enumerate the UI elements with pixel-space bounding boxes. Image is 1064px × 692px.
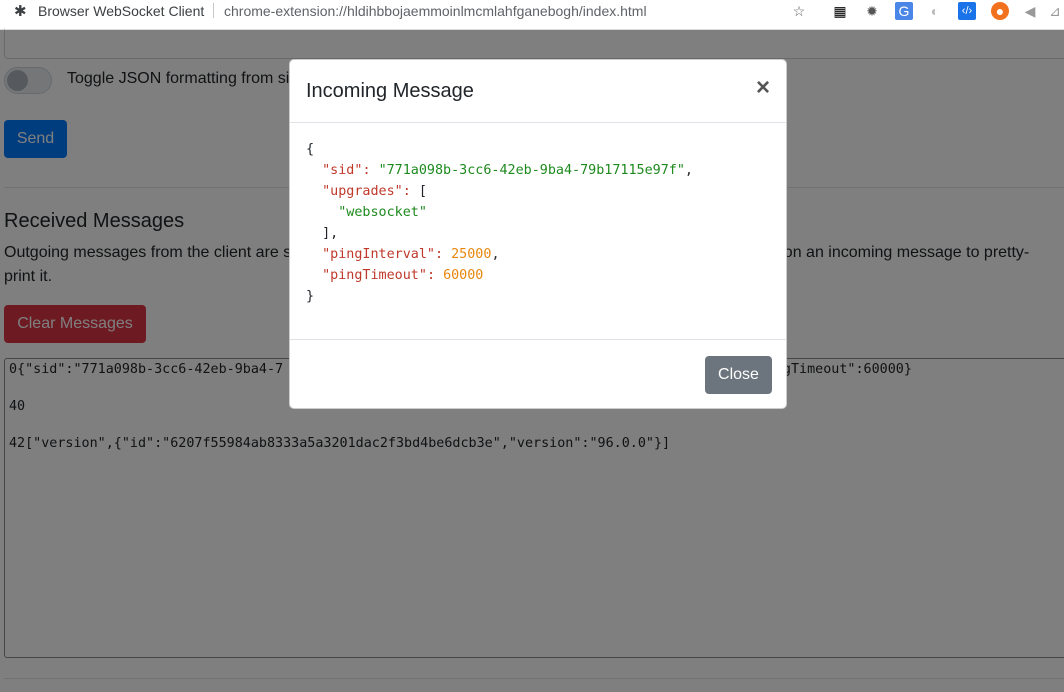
address-bar[interactable]: chrome-extension://hldihbbojaemmoinlmcml… [224, 2, 647, 20]
json-brace: { [306, 142, 315, 157]
ublock-icon[interactable]: ● [991, 2, 1009, 20]
extension-puzzle-icon: ✱ [14, 3, 27, 20]
modal-footer-divider [290, 339, 786, 340]
json-key: "pingTimeout" [322, 268, 427, 283]
modal-header: Incoming Message × [290, 60, 786, 123]
code-icon[interactable]: ‹/› [958, 2, 976, 20]
json-string: "websocket" [338, 205, 427, 220]
json-number: 25000 [451, 247, 492, 262]
json-string: "771a098b-3cc6-42eb-9ba4-79b17115e97f" [378, 163, 685, 178]
json-bracket: [ [418, 184, 427, 199]
close-button[interactable]: Close [705, 356, 772, 394]
megaphone-icon[interactable]: ◀ [1021, 2, 1039, 20]
translate-icon[interactable]: G [895, 2, 913, 20]
gear-icon[interactable]: ✹ [863, 2, 881, 20]
browser-toolbar: ✱ Browser WebSocket Client chrome-extens… [0, 0, 1064, 30]
extension-icon[interactable]: ◐ [926, 2, 944, 20]
json-key: "pingInterval" [322, 247, 435, 262]
divider [213, 3, 214, 18]
json-key: "sid" [322, 163, 363, 178]
pin-icon[interactable]: ⊿ [1046, 2, 1064, 20]
qr-code-icon[interactable]: ▦ [831, 2, 849, 20]
json-bracket: ], [322, 226, 339, 241]
bookmark-star-icon[interactable]: ☆ [790, 2, 808, 20]
modal-title: Incoming Message [306, 80, 474, 102]
app-name: Browser WebSocket Client [38, 3, 205, 19]
json-key: "upgrades" [322, 184, 403, 199]
incoming-message-modal: Incoming Message × { "sid": "771a098b-3c… [289, 59, 787, 409]
json-number: 60000 [443, 268, 484, 283]
json-brace: } [306, 289, 315, 304]
pretty-json: { "sid": "771a098b-3cc6-42eb-9ba4-79b171… [306, 142, 693, 304]
close-icon[interactable]: × [756, 74, 770, 102]
